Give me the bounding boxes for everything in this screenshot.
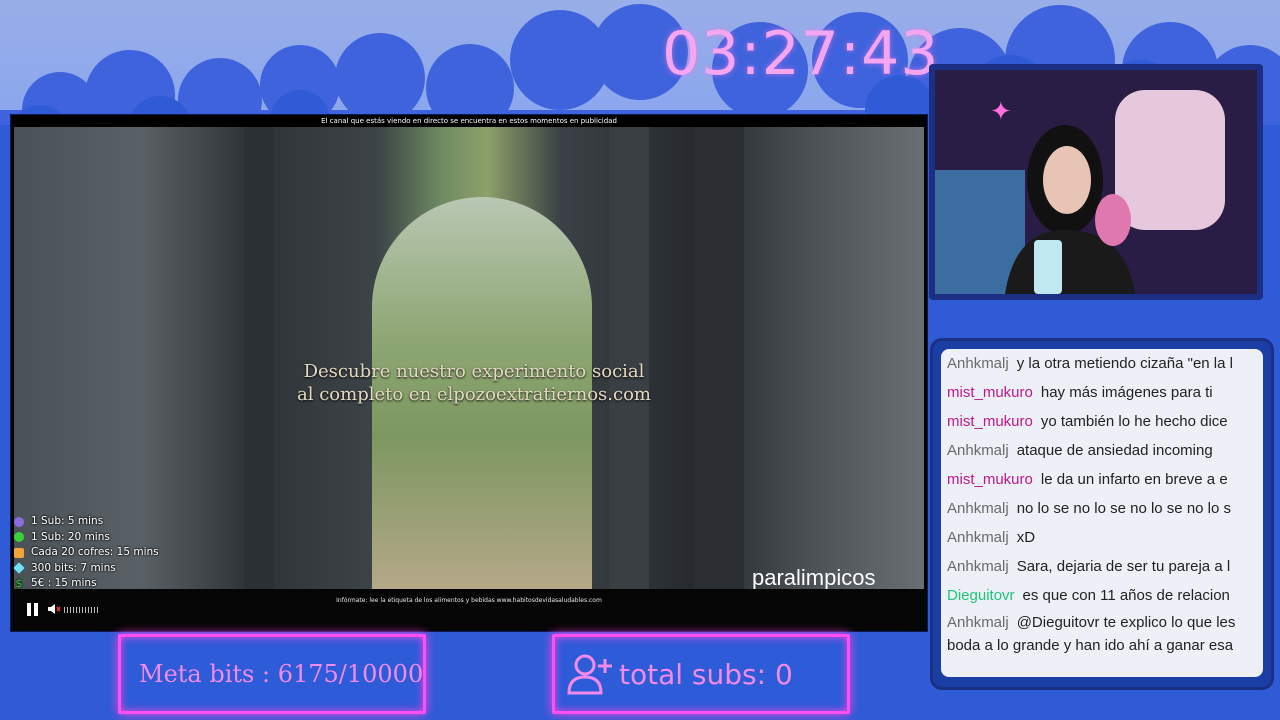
chat-text: no lo se no lo se no lo se no lo s bbox=[1016, 500, 1232, 517]
player-control-bar: Infórmate: lee la etiqueta de los alimen… bbox=[11, 589, 927, 631]
chat-username[interactable]: Anhkmalj bbox=[947, 500, 1009, 517]
chat-username[interactable]: Anhkmalj bbox=[947, 442, 1009, 459]
chat-text: es que con 11 años de relacion bbox=[1022, 587, 1230, 604]
legend-text: 5€ : 15 mins bbox=[31, 577, 97, 589]
legend-row: $ 5€ : 15 mins bbox=[14, 576, 194, 592]
legend-row: 1 Sub: 20 mins bbox=[14, 530, 194, 546]
gift-chest-icon bbox=[14, 547, 24, 558]
chat-username[interactable]: mist_mukuro bbox=[947, 471, 1033, 488]
chat-username[interactable]: mist_mukuro bbox=[947, 384, 1033, 401]
chat-text: boda a lo grande y han ido ahí a ganar e… bbox=[947, 637, 1234, 654]
ad-notice: El canal que estás viendo en directo se … bbox=[321, 117, 617, 125]
chat-panel[interactable]: Anhkmalj y la otra metiendo cizaña "en la… bbox=[930, 338, 1274, 690]
chat-text: y la otra metiendo cizaña "en la l bbox=[1016, 355, 1233, 372]
chat-message: Anhkmalj @Dieguitovr te explico lo que le… bbox=[941, 610, 1263, 636]
chat-message: Anhkmalj Sara, dejaria de ser tu pareja a… bbox=[941, 552, 1263, 581]
chat-message: Dieguitovr es que con 11 años de relacion bbox=[941, 581, 1263, 610]
dollar-icon: $ bbox=[15, 576, 23, 590]
chat-text: hay más imágenes para ti bbox=[1040, 384, 1213, 401]
streamer-image: ✦ bbox=[935, 70, 1257, 294]
timer-rules-legend: 1 Sub: 5 mins 1 Sub: 20 mins Cada 20 cof… bbox=[13, 514, 194, 592]
green-circle-icon bbox=[14, 532, 24, 543]
pause-button[interactable] bbox=[25, 603, 41, 617]
chat-message-continuation: boda a lo grande y han ido ahí a ganar e… bbox=[941, 636, 1263, 656]
chat-text: Sara, dejaria de ser tu pareja a l bbox=[1016, 558, 1231, 575]
legend-text: 300 bits: 7 mins bbox=[31, 561, 116, 574]
svg-text:✦: ✦ bbox=[990, 97, 1012, 127]
chat-message: Anhkmalj xD bbox=[941, 523, 1263, 552]
legend-row: Cada 20 cofres: 15 mins bbox=[14, 545, 194, 561]
chat-message: mist_mukuro yo también lo he hecho dice bbox=[941, 407, 1263, 436]
legend-text: 1 Sub: 20 mins bbox=[31, 530, 110, 543]
pause-icon bbox=[34, 603, 38, 616]
meta-bits-label: Meta bits : 6175/10000 bbox=[139, 660, 424, 688]
chat-username[interactable]: Dieguitovr bbox=[947, 587, 1015, 604]
chat-username[interactable]: mist_mukuro bbox=[947, 413, 1033, 430]
countdown-timer: 03:27:43 bbox=[662, 19, 940, 89]
chat-username[interactable]: Anhkmalj bbox=[947, 614, 1009, 631]
webcam-feed: ✦ bbox=[935, 70, 1257, 294]
ad-caption-line: Descubre nuestro experimento social bbox=[303, 361, 645, 382]
legend-row: 300 bits: 7 mins bbox=[13, 561, 194, 577]
pillar bbox=[244, 127, 274, 589]
total-subs-box: total subs: 0 bbox=[552, 634, 850, 714]
legend-text: Cada 20 cofres: 15 mins bbox=[31, 546, 159, 558]
total-subs-label: total subs: 0 bbox=[619, 657, 793, 691]
chat-text: ataque de ansiedad incoming bbox=[1016, 442, 1213, 459]
legend-row: 1 Sub: 5 mins bbox=[14, 514, 194, 530]
chat-message: mist_mukuro le da un infarto en breve a e bbox=[941, 465, 1263, 494]
pillar bbox=[609, 127, 649, 589]
brand-logo: paralimpicos bbox=[752, 565, 876, 590]
chat-message: Anhkmalj no lo se no lo se no lo se no lo… bbox=[941, 494, 1263, 523]
chat-username[interactable]: Anhkmalj bbox=[947, 558, 1009, 575]
chat-text: xD bbox=[1016, 529, 1036, 546]
chat-username[interactable]: Anhkmalj bbox=[947, 355, 1009, 372]
ad-caption-line: al completo en elpozoextratiernos.com bbox=[297, 384, 651, 405]
chat-username[interactable]: Anhkmalj bbox=[947, 529, 1009, 546]
pause-icon bbox=[27, 603, 31, 616]
legend-text: 1 Sub: 5 mins bbox=[31, 515, 104, 527]
pillar bbox=[694, 127, 744, 589]
chat-text: @Dieguitovr te explico lo que les bbox=[1016, 614, 1236, 631]
add-user-icon bbox=[567, 654, 612, 695]
volume-slider[interactable] bbox=[64, 607, 100, 613]
diamond-icon bbox=[13, 562, 25, 574]
ad-disclaimer: Infórmate: lee la etiqueta de los alimen… bbox=[336, 597, 602, 604]
meta-bits-box: Meta bits : 6175/10000 bbox=[118, 634, 426, 714]
webcam-frame: ✦ bbox=[929, 64, 1263, 300]
speaker-muted-icon[interactable] bbox=[47, 602, 61, 616]
purple-circle-icon bbox=[14, 516, 24, 527]
chat-text: yo también lo he hecho dice bbox=[1040, 413, 1228, 430]
chat-text: le da un infarto en breve a e bbox=[1040, 471, 1228, 488]
chat-message-list[interactable]: Anhkmalj y la otra metiendo cizaña "en la… bbox=[941, 349, 1263, 677]
ad-caption: Descubre nuestro experimento social al c… bbox=[254, 360, 694, 406]
chat-message: mist_mukuro hay más imágenes para ti bbox=[941, 378, 1263, 407]
chat-message: Anhkmalj ataque de ansiedad incoming bbox=[941, 436, 1263, 465]
chat-message: Anhkmalj y la otra metiendo cizaña "en la… bbox=[941, 349, 1263, 378]
